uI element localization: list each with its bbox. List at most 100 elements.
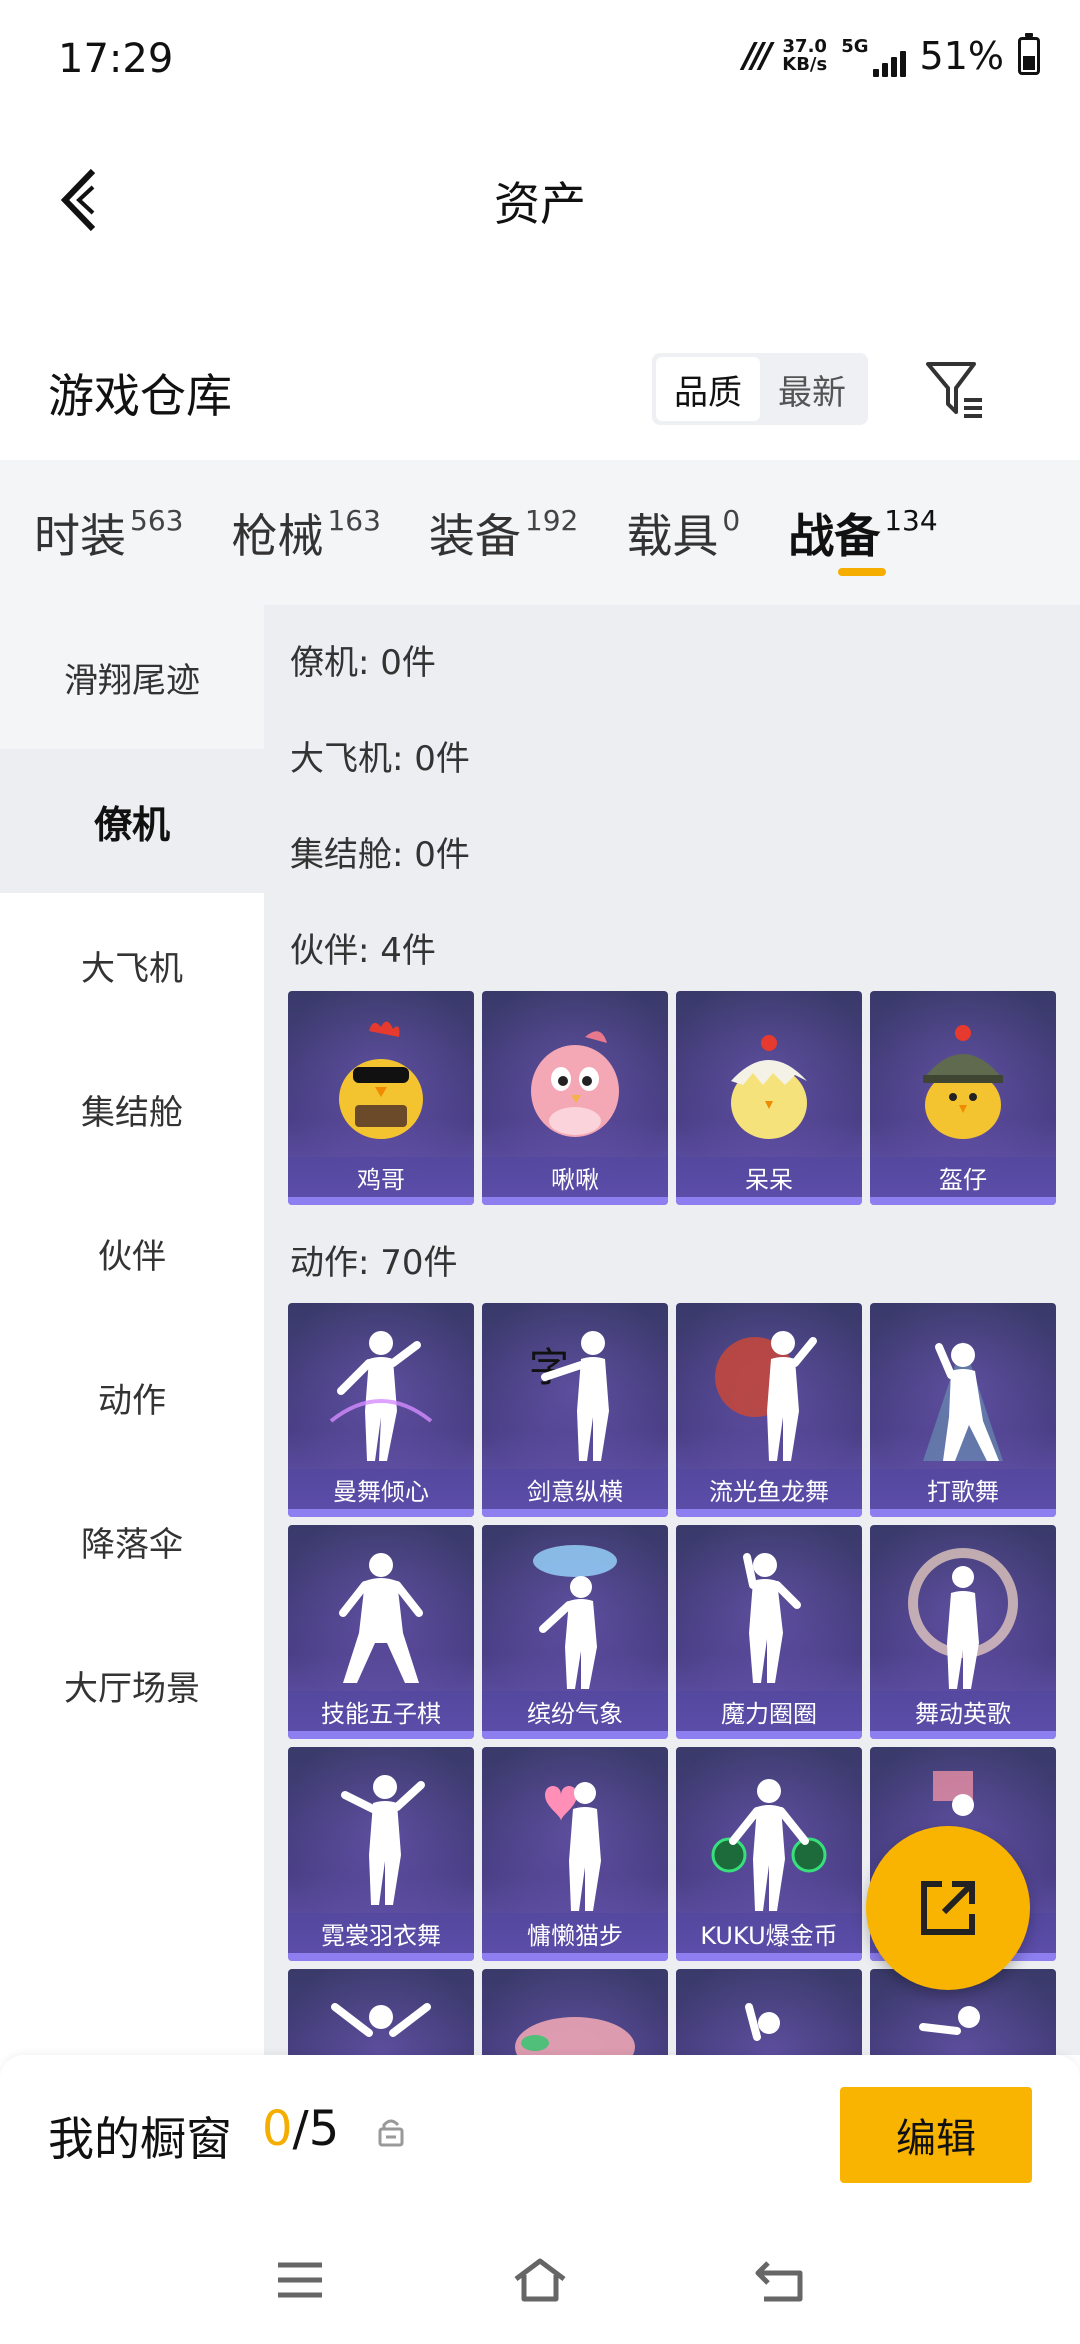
share-fab[interactable]: [866, 1826, 1030, 1990]
sidebar-item-wingman[interactable]: 僚机: [0, 749, 264, 893]
page-title: 资产: [494, 177, 586, 231]
dancer-figure-icon: [331, 2003, 431, 2037]
pink-bird-icon: [531, 1031, 619, 1137]
emote-card[interactable]: 慵懒猫步: [482, 1747, 668, 1961]
card-name: KUKU爆金币: [700, 1922, 838, 1950]
emote-card[interactable]: 打歌舞: [870, 1303, 1056, 1517]
tab-label: 时装: [34, 509, 126, 563]
sidebar-item-glide-trail[interactable]: 滑翔尾迹: [0, 605, 264, 749]
tab-vehicles[interactable]: 载具 0: [626, 460, 740, 605]
showcase-label: 我的橱窗: [48, 2112, 232, 2166]
tab-fashion[interactable]: 时装 563: [34, 460, 183, 605]
tab-equipment[interactable]: 装备 192: [429, 460, 578, 605]
status-time: 17:29: [58, 36, 174, 82]
menu-icon[interactable]: [270, 2255, 330, 2305]
fire-dancer-icon: [715, 1331, 817, 1461]
card-name: 流光鱼龙舞: [709, 1478, 829, 1506]
dancer-figure-icon: [329, 1331, 433, 1461]
filter-button[interactable]: [920, 354, 990, 424]
tab-count: 0: [722, 504, 741, 537]
card-name: 缤纷气象: [527, 1700, 623, 1728]
signal-icon: 5G: [841, 35, 906, 77]
home-icon[interactable]: [510, 2255, 570, 2305]
card-name: 啾啾: [551, 1166, 599, 1194]
emote-card[interactable]: 字 剑意纵横: [482, 1303, 668, 1517]
tab-count: 163: [327, 504, 381, 537]
emote-card[interactable]: 舞动英歌: [870, 1525, 1056, 1739]
lock-icon: [378, 2119, 404, 2147]
sort-newest-button[interactable]: 最新: [760, 357, 864, 421]
emote-card[interactable]: 霓裳羽衣舞: [288, 1747, 474, 1961]
chick-helmet-icon: [923, 1025, 1003, 1139]
emote-card[interactable]: 曼舞倾心: [288, 1303, 474, 1517]
partner-card[interactable]: 鸡哥: [288, 991, 474, 1205]
emote-card[interactable]: 流光鱼龙舞: [676, 1303, 862, 1517]
sidebar-item-partner[interactable]: 伙伴: [0, 1181, 264, 1325]
sort-quality-button[interactable]: 品质: [656, 357, 760, 421]
emote-card[interactable]: KUKU爆金币: [676, 1747, 862, 1961]
network-type: 5G: [841, 35, 869, 57]
partner-card[interactable]: 啾啾: [482, 991, 668, 1205]
sidebar-item-parachute[interactable]: 降落伞: [0, 1469, 264, 1613]
card-name: 霓裳羽衣舞: [321, 1922, 441, 1950]
card-name: 舞动英歌: [915, 1700, 1011, 1728]
filter-icon: [926, 362, 982, 418]
group-title-wingman: 僚机: 0件: [290, 643, 436, 683]
card-name: 魔力圈圈: [721, 1700, 817, 1728]
spinning-dancer-icon: [743, 1553, 801, 1683]
back-nav-icon[interactable]: [750, 2255, 810, 2305]
sidebar-item-big-plane[interactable]: 大飞机: [0, 893, 264, 1037]
group-title-emote: 动作: 70件: [290, 1243, 458, 1283]
group-title-assembly: 集结舱: 0件: [290, 835, 470, 875]
emote-card[interactable]: [482, 1969, 668, 2055]
sort-toggle: 品质 最新: [652, 353, 868, 425]
ribbon-dancer-icon: [908, 1548, 1018, 1689]
edit-button[interactable]: 编辑: [840, 2087, 1032, 2183]
tab-count: 134: [884, 504, 938, 537]
system-nav-bar: [0, 2205, 1080, 2344]
category-tabs: 时装 563 枪械 163 装备 192 载具 0 战备 134: [0, 460, 1080, 605]
dancer-figure-icon: [341, 1775, 425, 1905]
card-name: 呆呆: [745, 1166, 793, 1194]
tab-guns[interactable]: 枪械 163: [231, 460, 380, 605]
sidebar-item-assembly-pod[interactable]: 集结舱: [0, 1037, 264, 1181]
battery-percent: 51%: [919, 34, 1004, 78]
dancer-figure-icon: [919, 2006, 980, 2035]
tab-label: 载具: [626, 509, 719, 563]
partner-card[interactable]: 呆呆: [676, 991, 862, 1205]
battery-icon: [1018, 33, 1040, 75]
stage-dancer-icon: [923, 1341, 1003, 1461]
emote-card[interactable]: 技能五子棋: [288, 1525, 474, 1739]
tab-count: 563: [130, 504, 184, 537]
chick-eggshell-icon: [731, 1035, 807, 1139]
sidebar: 滑翔尾迹 僚机 大飞机 集结舱 伙伴 动作 降落伞 大厅场景: [0, 605, 264, 2055]
emote-card[interactable]: 缤纷气象: [482, 1525, 668, 1739]
group-title-big-plane: 大飞机: 0件: [290, 739, 470, 779]
tab-battle-prep[interactable]: 战备 134: [788, 460, 938, 605]
tab-label: 战备: [788, 509, 881, 563]
showcase-bar: 我的橱窗 0/5 编辑: [0, 2055, 1080, 2205]
dancer-figure-icon: [339, 1553, 423, 1683]
network-brand-icon: ///: [742, 36, 772, 76]
emote-card[interactable]: [288, 1969, 474, 2055]
weather-dancer-icon: [533, 1545, 617, 1689]
showcase-total: /5: [292, 2101, 340, 2157]
card-name: 曼舞倾心: [333, 1478, 429, 1506]
money-bag-dancer-icon: [711, 1779, 827, 1911]
partner-card[interactable]: 盔仔: [870, 991, 1056, 1205]
net-speed-unit: KB/s: [782, 54, 828, 75]
tab-label: 枪械: [231, 509, 324, 563]
tab-count: 192: [524, 504, 579, 537]
sidebar-item-emote[interactable]: 动作: [0, 1325, 264, 1469]
status-right: /// 37.0 KB/s 5G 51%: [742, 33, 1040, 78]
card-name: 技能五子棋: [321, 1700, 441, 1728]
warehouse-header: 游戏仓库 品质 最新: [0, 330, 1080, 450]
app-header: 资产: [0, 140, 1080, 260]
showcase-count: 0/5: [262, 2101, 339, 2157]
screen: 17:29 /// 37.0 KB/s 5G 51% 资产 游戏仓库 品质 最新…: [0, 0, 1080, 2344]
emote-card[interactable]: [676, 1969, 862, 2055]
sidebar-item-lobby-scene[interactable]: 大厅场景: [0, 1613, 264, 1757]
sword-dancer-icon: 字: [529, 1331, 609, 1461]
warehouse-title: 游戏仓库: [48, 369, 232, 423]
emote-card[interactable]: 魔力圈圈: [676, 1525, 862, 1739]
